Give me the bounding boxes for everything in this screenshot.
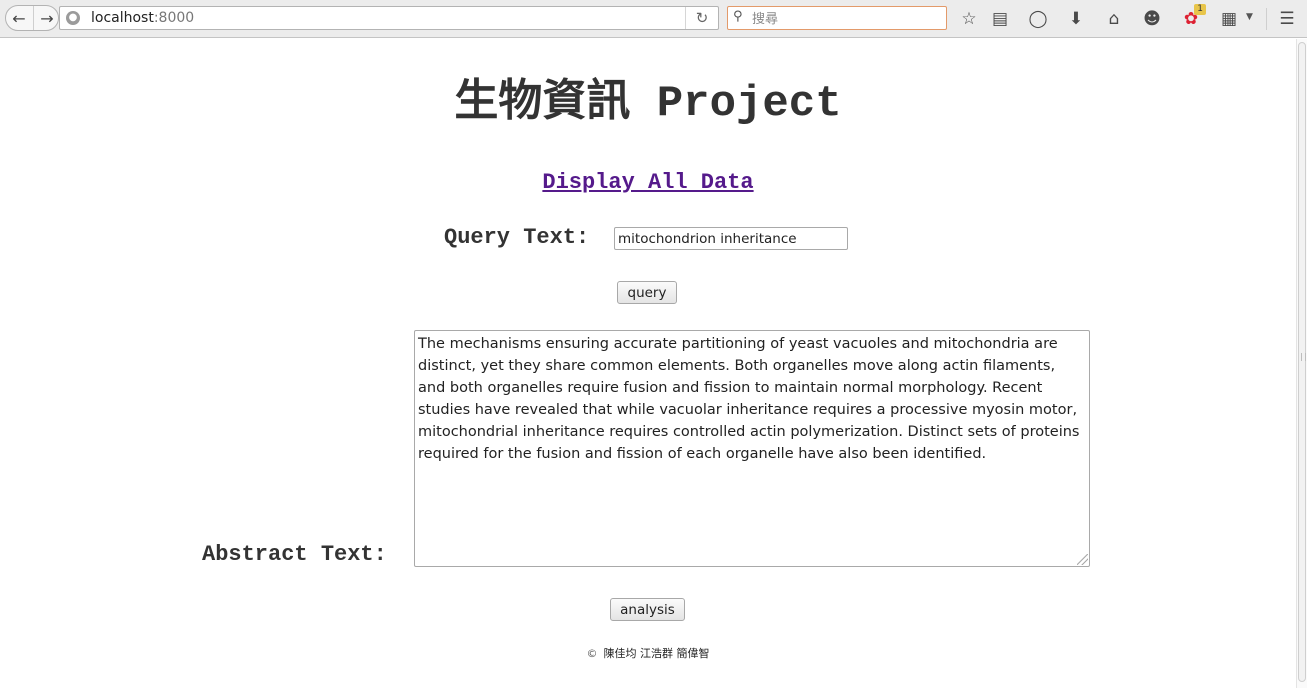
pocket-icon[interactable]: ◯: [1027, 8, 1049, 30]
nav-button-group: ← →: [5, 5, 59, 31]
abstract-text-label: Abstract Text:: [202, 542, 387, 567]
sidebar-icon[interactable]: ▦: [1218, 8, 1240, 30]
search-icon[interactable]: ⚲: [733, 9, 743, 24]
vertical-scrollbar[interactable]: [1296, 39, 1307, 688]
reload-icon[interactable]: ↻: [685, 7, 718, 29]
forward-arrow-icon[interactable]: →: [33, 6, 60, 30]
chat-icon[interactable]: ☻: [1141, 8, 1163, 30]
toolbar-divider: [1266, 8, 1267, 30]
textarea-resize-handle[interactable]: [1077, 554, 1088, 565]
scrollbar-thumb[interactable]: [1298, 42, 1306, 682]
query-text-input[interactable]: [614, 227, 848, 250]
copyright-symbol: ©: [586, 647, 598, 660]
addon-icon[interactable]: ✿ 1: [1180, 4, 1206, 30]
scrollbar-grip: [1301, 353, 1306, 361]
download-icon[interactable]: ⬇: [1065, 8, 1087, 30]
hamburger-menu-icon[interactable]: ☰: [1276, 8, 1298, 30]
analysis-button[interactable]: analysis: [610, 598, 685, 621]
globe-icon[interactable]: ●: [66, 11, 80, 25]
star-icon[interactable]: ☆: [958, 8, 980, 30]
footer-authors: 陳佳均 江浩群 簡偉智: [603, 647, 710, 660]
footer: © 陳佳均 江浩群 簡偉智: [0, 645, 1296, 661]
back-arrow-icon[interactable]: ←: [6, 6, 32, 30]
url-text[interactable]: localhost:8000: [91, 10, 194, 26]
display-all-data-link[interactable]: Display All Data: [0, 170, 1296, 195]
url-port: :8000: [153, 10, 195, 26]
query-text-label: Query Text:: [444, 225, 590, 250]
home-icon[interactable]: ⌂: [1103, 8, 1125, 30]
url-host: localhost: [91, 10, 154, 26]
browser-toolbar: ← → ● localhost:8000 ↻ ⚲ ☆ ▤ ◯ ⬇ ⌂ ☻ ✿1 …: [0, 0, 1307, 38]
search-input[interactable]: [750, 8, 944, 30]
abstract-textarea[interactable]: The mechanisms ensuring accurate partiti…: [414, 330, 1090, 567]
addon-badge: 1: [1194, 4, 1206, 15]
chevron-down-icon[interactable]: ▼: [1246, 12, 1253, 22]
query-button[interactable]: query: [617, 281, 677, 304]
address-bar[interactable]: ● localhost:8000 ↻: [59, 6, 719, 30]
search-bar[interactable]: ⚲: [727, 6, 947, 30]
page-title: 生物資訊 Project: [454, 79, 842, 129]
reading-list-icon[interactable]: ▤: [989, 8, 1011, 30]
